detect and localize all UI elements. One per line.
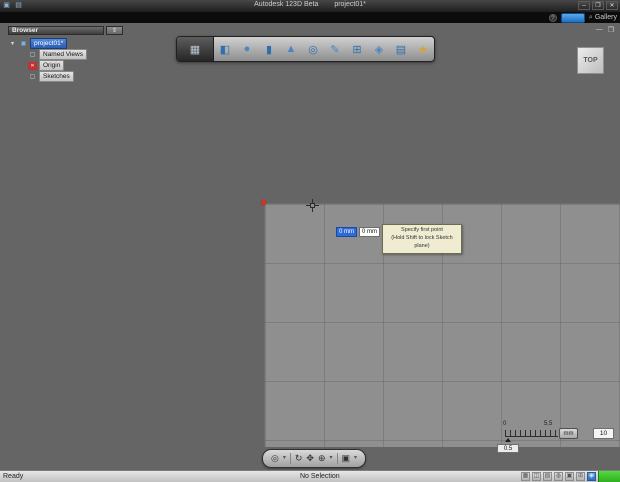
snap-icon[interactable]: ★ bbox=[412, 37, 434, 61]
gallery-button[interactable]: ⌕ Gallery bbox=[589, 14, 617, 22]
zoom-tool-icon[interactable]: ⊕ bbox=[318, 450, 326, 467]
toolbar-separator bbox=[289, 453, 291, 464]
maximize-button[interactable]: ❐ bbox=[592, 1, 604, 10]
tree-row: ✕ Origin bbox=[8, 60, 128, 71]
sketch-origin-point[interactable] bbox=[261, 200, 266, 205]
tree-node-project[interactable]: project01* bbox=[30, 38, 68, 49]
camera-tool-icon[interactable]: ▣ bbox=[342, 450, 351, 467]
app-window: ▣ ▤ Autodesk 123D Beta project01* – ❐ ✕ … bbox=[0, 0, 620, 482]
menubar-right: ? ⌕ Gallery bbox=[548, 12, 617, 23]
sketches-icon: ▢ bbox=[29, 73, 36, 80]
status-layers-icon[interactable]: ▣ bbox=[565, 472, 574, 481]
tree-row: ▾ ▣ project01* bbox=[8, 38, 128, 49]
pattern-icon[interactable]: ⊞ bbox=[346, 37, 368, 61]
tree-row: ▢ Named Views bbox=[8, 49, 128, 60]
grid-step-value[interactable]: 0.5 bbox=[497, 444, 519, 453]
window-controls: – ❐ ✕ bbox=[578, 1, 618, 10]
cone-icon[interactable]: ▲ bbox=[280, 37, 302, 61]
select-tool-icon[interactable]: ◎ bbox=[271, 450, 279, 467]
document-title: project01* bbox=[334, 1, 366, 8]
coordinate-x-input[interactable]: 0 mm bbox=[336, 227, 357, 237]
status-icons: ▦ ◫ ▤ ◍ ▣ ⊞ ◈ bbox=[521, 472, 596, 481]
browser-title[interactable]: Browser bbox=[8, 26, 104, 35]
tooltip-line1: Specify first point bbox=[401, 227, 443, 233]
status-grid-icon[interactable]: ▦ bbox=[521, 472, 530, 481]
origin-icon: ✕ bbox=[28, 61, 37, 70]
orbit-tool-icon[interactable]: ↻ bbox=[295, 450, 303, 467]
expand-arrow-icon[interactable]: ▾ bbox=[11, 40, 19, 47]
status-history-icon[interactable]: ⊞ bbox=[576, 472, 585, 481]
status-sync-icon[interactable]: ◈ bbox=[587, 472, 596, 481]
status-snap-icon[interactable]: ◫ bbox=[532, 472, 541, 481]
status-ready-text: Ready bbox=[3, 473, 24, 480]
main-toolbar: ▦ ◧ ● ▮ ▲ ◎ ✎ ⊞ ◈ ▤ ★ bbox=[176, 36, 435, 62]
units-button[interactable]: mm bbox=[559, 428, 578, 439]
pan-tool-icon[interactable]: ✥ bbox=[306, 450, 314, 467]
search-icon: ⌕ bbox=[588, 13, 593, 21]
primitives-menu-icon[interactable]: ▦ bbox=[177, 37, 214, 61]
ruler-start-label: 0 bbox=[503, 421, 507, 427]
help-icon[interactable]: ? bbox=[548, 13, 557, 22]
status-indicator-green bbox=[598, 471, 620, 482]
status-units-icon[interactable]: ◍ bbox=[554, 472, 563, 481]
tree-node-origin[interactable]: Origin bbox=[39, 60, 65, 71]
browser-panel: Browser ⇕ ▾ ▣ project01* ▢ Named Views ✕… bbox=[8, 26, 128, 82]
sketch-icon[interactable]: ✎ bbox=[324, 37, 346, 61]
browser-header: Browser ⇕ bbox=[8, 26, 128, 35]
window-title: Autodesk 123D Beta project01* bbox=[0, 1, 620, 8]
status-ortho-icon[interactable]: ▤ bbox=[543, 472, 552, 481]
ruler-ticks bbox=[505, 430, 558, 437]
view-cube[interactable]: TOP bbox=[577, 47, 604, 74]
tree-row: ▢ Sketches bbox=[8, 71, 128, 82]
coordinate-y-input[interactable]: 0 mm bbox=[359, 227, 380, 237]
prompt-tooltip: Specify first point (Hold Shift to lock … bbox=[382, 224, 462, 254]
status-selection-text: No Selection bbox=[300, 473, 340, 480]
grid-scale-input[interactable]: 10 bbox=[593, 428, 614, 439]
toolbar-separator bbox=[336, 453, 338, 464]
ruler-end-label: 5.5 bbox=[544, 421, 553, 427]
view-dropdown-icon[interactable]: ▾ bbox=[330, 450, 333, 467]
navigation-toolbar: ◎ ▾ ↻ ✥ ⊕ ▾ ▣ ▾ bbox=[262, 449, 367, 468]
named-views-icon: ▢ bbox=[29, 51, 36, 58]
sphere-icon[interactable]: ● bbox=[236, 37, 258, 61]
minimize-button[interactable]: – bbox=[578, 1, 590, 10]
close-button[interactable]: ✕ bbox=[606, 1, 618, 10]
torus-icon[interactable]: ◎ bbox=[302, 37, 324, 61]
title-bar: ▣ ▤ Autodesk 123D Beta project01* – ❐ ✕ bbox=[0, 0, 620, 12]
doc-minimize-icon[interactable]: — bbox=[596, 26, 603, 34]
browser-tree: ▾ ▣ project01* ▢ Named Views ✕ Origin ▢ … bbox=[8, 38, 128, 82]
menu-bar: ? ⌕ Gallery bbox=[0, 12, 620, 23]
gallery-label: Gallery bbox=[594, 14, 617, 21]
ruler-marker-icon[interactable] bbox=[505, 438, 511, 442]
combine-icon[interactable]: ◈ bbox=[368, 37, 390, 61]
browser-panel-toggle-icon[interactable]: ⇕ bbox=[106, 26, 123, 35]
app-title: Autodesk 123D Beta bbox=[254, 1, 319, 8]
status-bar: Ready No Selection ▦ ◫ ▤ ◍ ▣ ⊞ ◈ bbox=[0, 470, 620, 482]
camera-dropdown-icon[interactable]: ▾ bbox=[354, 450, 357, 467]
material-icon[interactable]: ▤ bbox=[390, 37, 412, 61]
tooltip-line2: (Hold Shift to lock Sketch plane) bbox=[391, 234, 453, 249]
project-icon: ▣ bbox=[20, 40, 27, 47]
doc-restore-icon[interactable]: ❐ bbox=[608, 26, 614, 34]
select-dropdown-icon[interactable]: ▾ bbox=[283, 450, 286, 467]
tree-node-sketches[interactable]: Sketches bbox=[39, 71, 74, 82]
cylinder-icon[interactable]: ▮ bbox=[258, 37, 280, 61]
doc-window-controls: — ❐ bbox=[596, 26, 614, 34]
box-icon[interactable]: ◧ bbox=[214, 37, 236, 61]
tree-node-named-views[interactable]: Named Views bbox=[39, 49, 87, 60]
sign-in-button[interactable] bbox=[560, 12, 585, 23]
crosshair-cursor bbox=[306, 199, 319, 212]
